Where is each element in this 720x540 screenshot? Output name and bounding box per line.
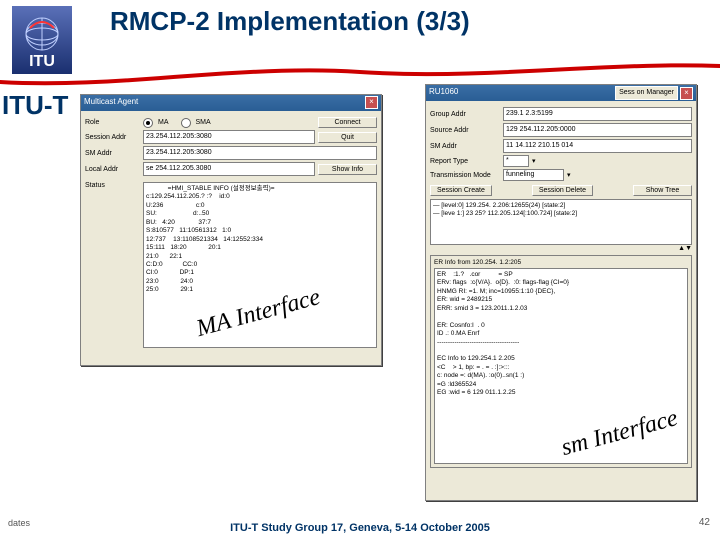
sm-window-title: RU1060 xyxy=(429,86,458,100)
session-delete-button[interactable]: Session Delete xyxy=(532,185,593,196)
radio-sma-label: SMA xyxy=(196,119,211,126)
role-label: Role xyxy=(85,119,140,126)
sm-addr-label: SM Addr xyxy=(85,150,140,157)
chevron-down-icon[interactable]: ▾ xyxy=(567,171,571,179)
info-header: ER Info from 120.254. 1.2:205 xyxy=(434,259,688,266)
session-create-button[interactable]: Session Create xyxy=(430,185,492,196)
session-addr-label: Session Addr xyxy=(85,134,140,141)
group-addr-input[interactable]: 239.1 2.3:5199 xyxy=(503,107,692,121)
source-addr-label: Source Addr xyxy=(430,127,500,134)
report-type-label: Report Type xyxy=(430,158,500,165)
trans-mode-label: Transmission Mode xyxy=(430,172,500,179)
local-addr-input[interactable]: se 254.112.205.3080 xyxy=(143,162,315,176)
radio-ma-label: MA xyxy=(158,119,169,126)
session-addr-input[interactable]: 23.254.112.205:3080 xyxy=(143,130,315,144)
close-icon[interactable]: × xyxy=(365,96,378,109)
connect-button[interactable]: Connect xyxy=(318,117,377,128)
group-addr-label: Group Addr xyxy=(430,111,500,118)
close-icon[interactable]: × xyxy=(680,87,693,100)
local-addr-label: Local Addr xyxy=(85,166,140,173)
quit-button[interactable]: Quit xyxy=(318,132,377,143)
report-type-select[interactable]: * xyxy=(503,155,529,167)
sm-window-titlebar: RU1060 Sess on Manager × xyxy=(426,85,696,101)
sessmgr-button[interactable]: Sess on Manager xyxy=(615,86,678,100)
ma-window-titlebar: Multicast Agent × xyxy=(81,95,381,111)
show-tree-button[interactable]: Show Tree xyxy=(633,185,692,196)
page-number: 42 xyxy=(699,517,710,528)
sm-addr2-input[interactable]: 11 14.112 210.15 014 xyxy=(503,139,692,153)
radio-sma[interactable] xyxy=(181,118,191,128)
radio-ma[interactable] xyxy=(143,118,153,128)
slide-title: RMCP-2 Implementation (3/3) xyxy=(110,6,470,37)
chevron-down-icon[interactable]: ▾ xyxy=(532,157,536,165)
org-label: ITU-T xyxy=(0,90,70,121)
tree-node[interactable]: — [leve 1:] 23 25? 112.205.124[:100.724]… xyxy=(433,210,689,218)
sm-addr-input[interactable]: 23.254.112.205:3080 xyxy=(143,146,377,160)
scroll-icon[interactable]: ▲▼ xyxy=(430,245,692,252)
tree-view[interactable]: — [level:0] 129.254. 2.206:12655(24) [st… xyxy=(430,199,692,245)
footer-text: ITU-T Study Group 17, Geneva, 5-14 Octob… xyxy=(0,522,720,534)
status-label: Status xyxy=(85,182,140,189)
sm-addr2-label: SM Addr xyxy=(430,143,500,150)
showinfo-button[interactable]: Show Info xyxy=(318,164,377,175)
source-addr-input[interactable]: 129 254.112.205:0000 xyxy=(503,123,692,137)
trans-mode-select[interactable]: funneling xyxy=(503,169,564,181)
ma-window-title: Multicast Agent xyxy=(84,96,138,110)
tree-node[interactable]: — [level:0] 129.254. 2.206:12655(24) [st… xyxy=(433,202,689,210)
